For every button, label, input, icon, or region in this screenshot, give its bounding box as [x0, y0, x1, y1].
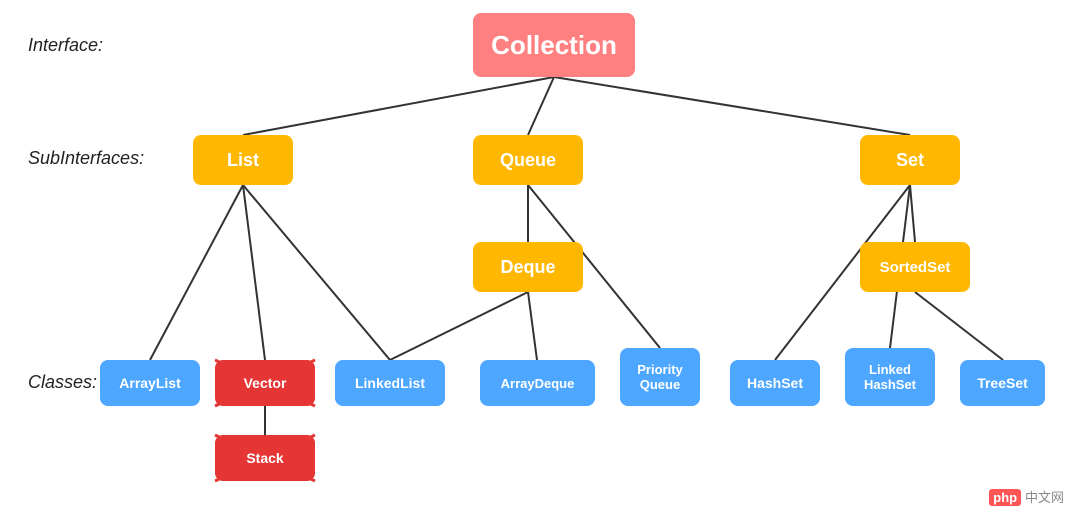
- node-list: List: [193, 135, 293, 185]
- node-set: Set: [860, 135, 960, 185]
- watermark: php 中文网: [989, 487, 1064, 506]
- node-collection: Collection: [473, 13, 635, 77]
- subinterfaces-label: SubInterfaces:: [28, 148, 144, 169]
- node-stack: Stack: [215, 435, 315, 481]
- node-linkedhashset: Linked HashSet: [845, 348, 935, 406]
- node-arraylist: ArrayList: [100, 360, 200, 406]
- node-sortedset: SortedSet: [860, 242, 970, 292]
- node-queue: Queue: [473, 135, 583, 185]
- diagram: Interface: SubInterfaces: Classes: Colle…: [0, 0, 1080, 516]
- node-deque: Deque: [473, 242, 583, 292]
- node-linkedlist: LinkedList: [335, 360, 445, 406]
- node-priorityqueue: Priority Queue: [620, 348, 700, 406]
- node-hashset: HashSet: [730, 360, 820, 406]
- node-arraydeque: ArrayDeque: [480, 360, 595, 406]
- node-treeset: TreeSet: [960, 360, 1045, 406]
- interface-label: Interface:: [28, 35, 103, 56]
- classes-label: Classes:: [28, 372, 97, 393]
- node-vector: Vector: [215, 360, 315, 406]
